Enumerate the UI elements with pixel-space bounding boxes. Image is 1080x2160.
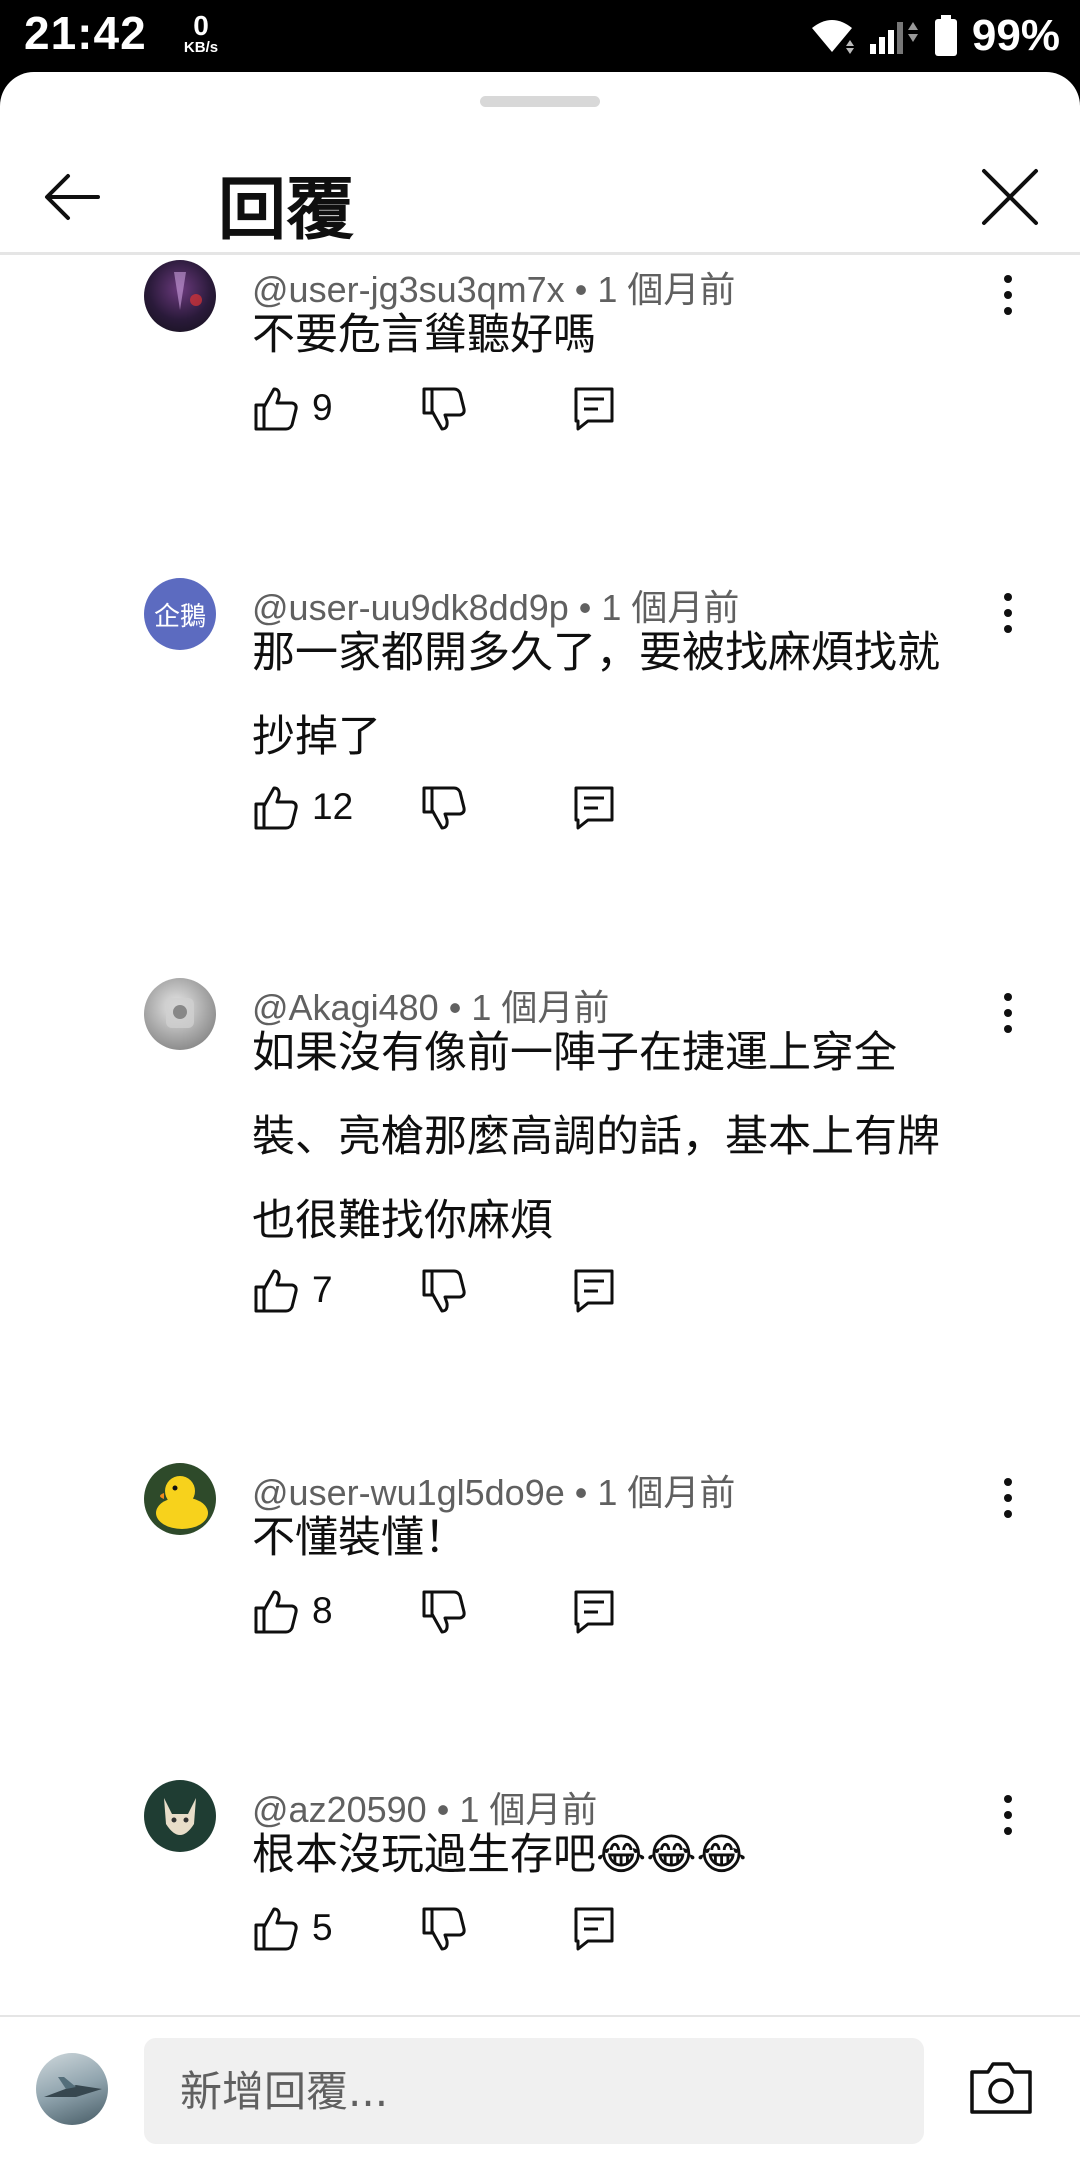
thumbs-down-icon bbox=[422, 1269, 466, 1313]
status-time: 21:42 bbox=[24, 7, 147, 59]
sheet-header: 回覆 bbox=[0, 132, 1080, 257]
add-reply-input[interactable] bbox=[144, 2038, 924, 2144]
dislike-button[interactable] bbox=[420, 1265, 468, 1317]
more-options-button[interactable] bbox=[990, 1785, 1026, 1845]
more-options-button[interactable] bbox=[990, 583, 1026, 643]
comment-text: 如果沒有像前一陣子在捷運上穿全裝、亮槍那麼高調的話，基本上有牌也很難找你麻煩 bbox=[252, 1028, 940, 1246]
comment-item: @az20590 • 1 個月前 根本沒玩過生存吧😂😂😂 5 bbox=[0, 1775, 1080, 2015]
dislike-button[interactable] bbox=[420, 1586, 468, 1638]
thumbs-down-icon bbox=[422, 786, 466, 830]
thumbs-down-icon bbox=[422, 1590, 466, 1634]
like-count: 12 bbox=[312, 786, 354, 827]
more-vert-icon bbox=[1004, 593, 1012, 633]
thumbs-up-icon bbox=[254, 387, 298, 431]
thumbs-down-icon bbox=[422, 1907, 466, 1951]
comment-actions: 12 bbox=[252, 782, 652, 842]
more-vert-icon bbox=[1004, 993, 1012, 1033]
close-button[interactable] bbox=[975, 162, 1045, 232]
comment-item: @user-wu1gl5do9e • 1 個月前 不懂裝懂！ 8 bbox=[0, 1458, 1080, 1758]
comment-icon bbox=[574, 1907, 614, 1951]
comment-icon bbox=[574, 1269, 614, 1313]
network-speed: 0 KB/s bbox=[176, 10, 226, 56]
thumbs-up-icon bbox=[254, 1907, 298, 1951]
comment-actions: 8 bbox=[252, 1586, 652, 1646]
more-vert-icon bbox=[1004, 1795, 1012, 1835]
comment-icon bbox=[574, 387, 614, 431]
like-count: 9 bbox=[312, 387, 333, 428]
dislike-button[interactable] bbox=[420, 383, 468, 435]
like-count: 7 bbox=[312, 1269, 333, 1310]
more-options-button[interactable] bbox=[990, 983, 1026, 1043]
like-button[interactable] bbox=[252, 383, 300, 435]
reply-button[interactable] bbox=[570, 383, 618, 435]
thumbs-up-icon bbox=[254, 1590, 298, 1634]
replies-list[interactable]: @user-jg3su3qm7x • 1 個月前 不要危言聳聽好嗎 9 企鵝 @… bbox=[0, 255, 1080, 2015]
like-button[interactable] bbox=[252, 782, 300, 834]
thumbs-down-icon bbox=[422, 387, 466, 431]
more-options-button[interactable] bbox=[990, 1468, 1026, 1528]
status-bar: 21:42 0 KB/s 99% bbox=[0, 0, 1080, 72]
comment-item: @user-jg3su3qm7x • 1 個月前 不要危言聳聽好嗎 9 bbox=[0, 255, 1080, 555]
comment-text: 不要危言聳聽好嗎 bbox=[252, 310, 596, 360]
dislike-button[interactable] bbox=[420, 1903, 468, 1955]
thumbs-up-icon bbox=[254, 1269, 298, 1313]
battery-icon bbox=[934, 15, 957, 56]
comment-text: 不懂裝懂！ bbox=[252, 1513, 467, 1563]
reply-button[interactable] bbox=[570, 1265, 618, 1317]
comment-icon bbox=[574, 786, 614, 830]
avatar[interactable] bbox=[144, 1463, 216, 1535]
reply-button[interactable] bbox=[570, 782, 618, 834]
wifi-icon bbox=[811, 20, 854, 54]
avatar[interactable] bbox=[144, 1780, 216, 1852]
avatar-initials: 企鵝 bbox=[153, 601, 206, 632]
more-vert-icon bbox=[1004, 275, 1012, 315]
camera-icon bbox=[970, 2062, 1032, 2114]
replies-sheet: 回覆 @user-jg3su3qm7x • 1 個月前 不要危言聳聽好嗎 9 企… bbox=[0, 72, 1080, 2160]
my-avatar[interactable] bbox=[36, 2053, 108, 2125]
reply-composer bbox=[0, 2015, 1080, 2160]
page-title: 回覆 bbox=[218, 171, 355, 250]
close-icon bbox=[982, 169, 1038, 225]
battery-percent: 99% bbox=[971, 11, 1060, 60]
reply-button[interactable] bbox=[570, 1586, 618, 1638]
comment-actions: 5 bbox=[252, 1903, 652, 1963]
comment-icon bbox=[574, 1590, 614, 1634]
avatar[interactable]: 企鵝 bbox=[144, 578, 216, 650]
comment-item: @Akagi480 • 1 個月前 如果沒有像前一陣子在捷運上穿全裝、亮槍那麼高… bbox=[0, 973, 1080, 1433]
camera-button[interactable] bbox=[968, 2058, 1034, 2118]
network-speed-unit: KB/s bbox=[183, 39, 219, 56]
status-icons: 99% bbox=[810, 10, 1060, 62]
comment-actions: 7 bbox=[252, 1265, 652, 1325]
dislike-button[interactable] bbox=[420, 782, 468, 834]
comment-text: 根本沒玩過生存吧😂😂😂 bbox=[252, 1830, 747, 1880]
avatar[interactable] bbox=[144, 978, 216, 1050]
like-count: 5 bbox=[312, 1907, 333, 1948]
reply-button[interactable] bbox=[570, 1903, 618, 1955]
avatar[interactable] bbox=[144, 260, 216, 332]
thumbs-up-icon bbox=[254, 786, 298, 830]
like-button[interactable] bbox=[252, 1903, 300, 1955]
network-speed-value: 0 bbox=[193, 10, 209, 41]
like-button[interactable] bbox=[252, 1265, 300, 1317]
like-count: 8 bbox=[312, 1590, 333, 1631]
comment-actions: 9 bbox=[252, 383, 652, 443]
cellular-signal-icon bbox=[869, 22, 918, 54]
like-button[interactable] bbox=[252, 1586, 300, 1638]
back-button[interactable] bbox=[38, 162, 108, 232]
comment-item: 企鵝 @user-uu9dk8dd9p • 1 個月前 那一家都開多久了，要被找… bbox=[0, 573, 1080, 953]
more-vert-icon bbox=[1004, 1478, 1012, 1518]
arrow-left-icon bbox=[45, 174, 100, 220]
comment-text: 那一家都開多久了，要被找麻煩找就抄掉了 bbox=[252, 628, 940, 762]
more-options-button[interactable] bbox=[990, 265, 1026, 325]
drag-handle[interactable] bbox=[480, 96, 600, 107]
